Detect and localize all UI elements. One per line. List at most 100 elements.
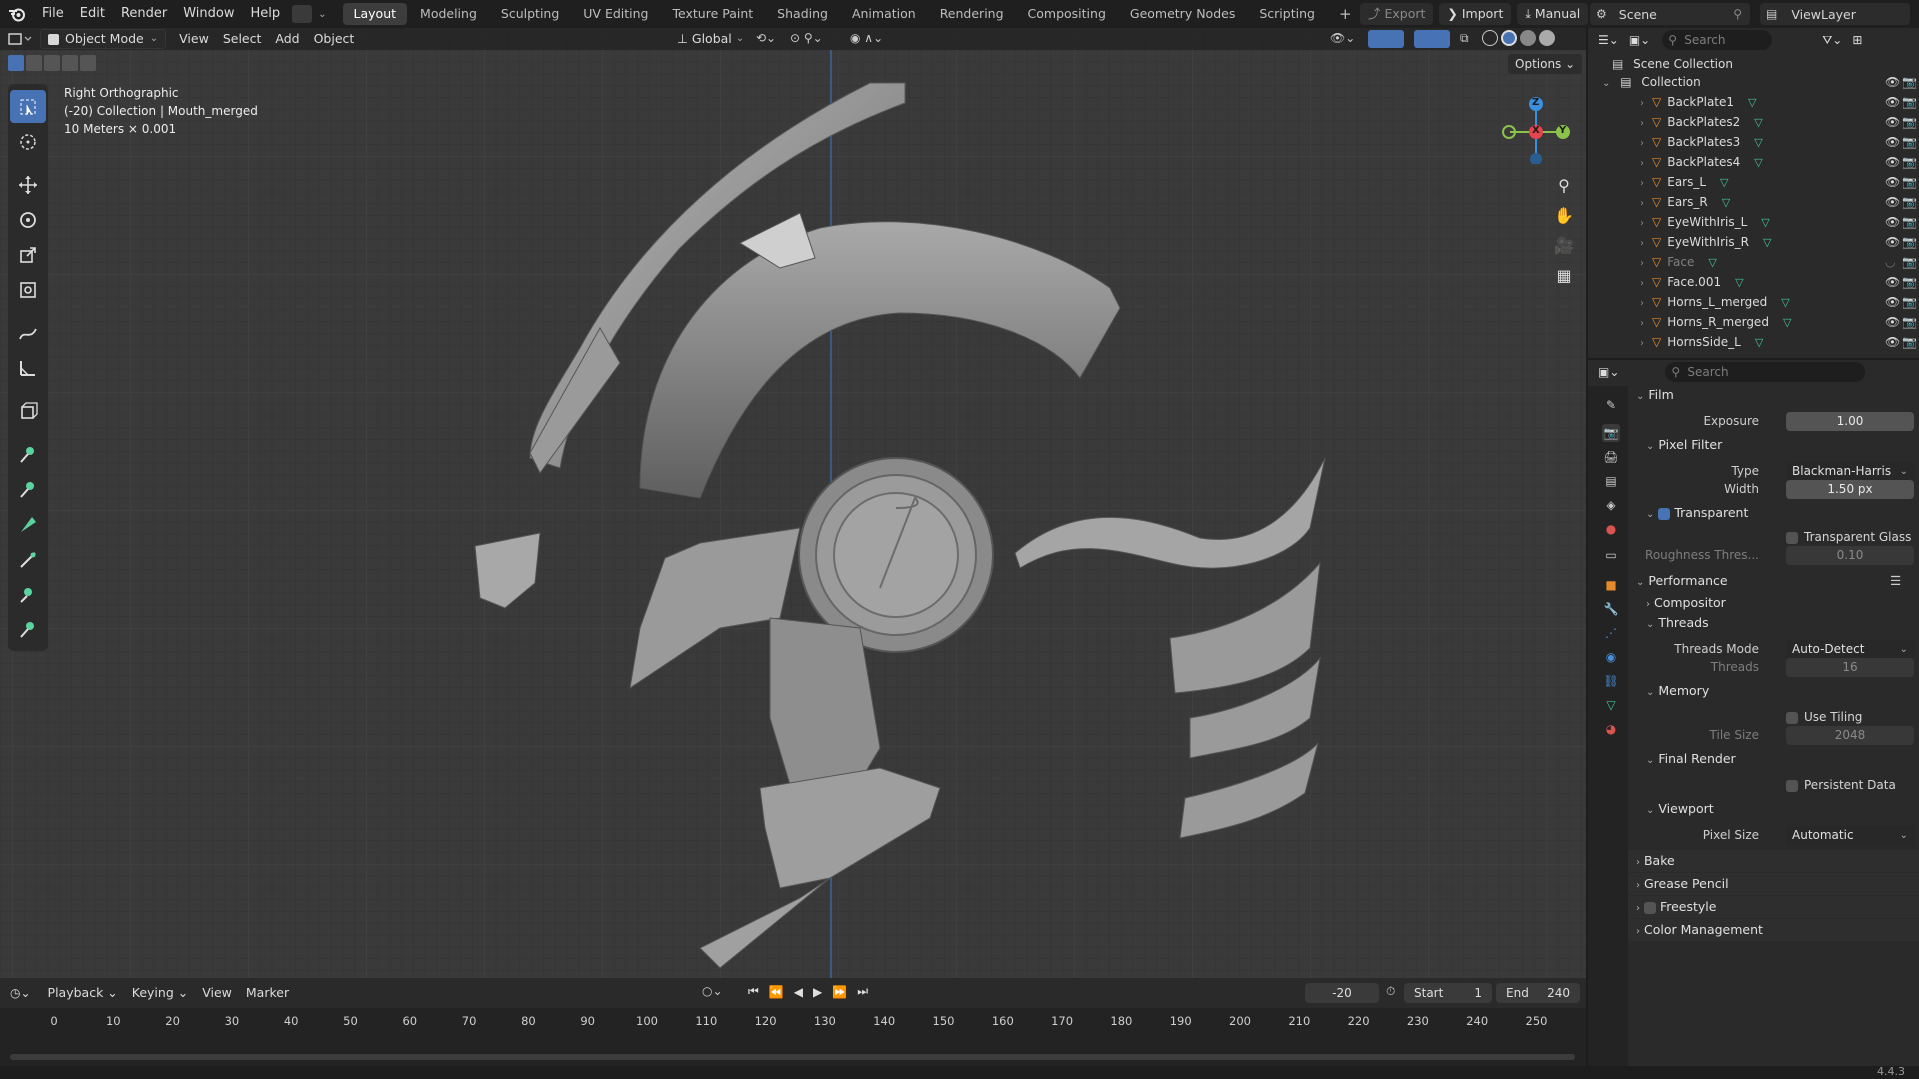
add-workspace-button[interactable]: + bbox=[1328, 3, 1363, 25]
persistent-data-checkbox[interactable] bbox=[1786, 780, 1798, 792]
prev-keyframe-icon[interactable]: ⏪ bbox=[769, 985, 784, 999]
export-button[interactable]: ⤴ Export bbox=[1360, 3, 1434, 25]
object-tab-icon[interactable]: ■ bbox=[1602, 576, 1620, 594]
expand-chevron-icon[interactable]: › bbox=[1640, 138, 1644, 149]
camera-icon[interactable]: 📷 bbox=[1902, 172, 1917, 192]
output-tab-icon[interactable]: 🖨 bbox=[1602, 448, 1620, 466]
expand-chevron-icon[interactable]: ⌄ bbox=[1602, 78, 1610, 89]
expand-chevron-icon[interactable]: › bbox=[1640, 158, 1644, 169]
outliner-object-row[interactable]: › ▽ BackPlate1 ▽ 👁 📷 bbox=[1588, 92, 1919, 112]
properties-search[interactable]: ⚲ Search bbox=[1665, 362, 1866, 382]
color-management-panel-header[interactable]: › Color Management bbox=[1628, 919, 1919, 941]
grease-pencil-panel-header[interactable]: › Grease Pencil bbox=[1628, 873, 1919, 895]
timeline-scrollbar[interactable] bbox=[10, 1054, 1575, 1060]
camera-icon[interactable]: 📷 bbox=[1902, 152, 1917, 172]
end-frame-field[interactable]: End 240 bbox=[1496, 983, 1580, 1003]
pin-icon[interactable]: ⚲ bbox=[1733, 7, 1742, 21]
camera-icon[interactable]: 📷 bbox=[1902, 112, 1917, 132]
eye-icon[interactable]: 👁 bbox=[1885, 72, 1900, 92]
data-tab-icon[interactable]: ▽ bbox=[1602, 696, 1620, 714]
jump-start-icon[interactable]: ⏮ bbox=[748, 984, 759, 999]
menu-window[interactable]: Window bbox=[175, 0, 242, 28]
play-reverse-icon[interactable]: ◀ bbox=[794, 985, 803, 999]
transparent-glass-checkbox[interactable] bbox=[1786, 532, 1798, 544]
outliner-object-row[interactable]: › ▽ BackPlates2 ▽ 👁 📷 bbox=[1588, 112, 1919, 132]
menu-playback[interactable]: Playback ⌄ bbox=[41, 983, 125, 1003]
freestyle-panel-header[interactable]: › Freestyle bbox=[1628, 896, 1919, 918]
exposure-field[interactable]: 1.00 bbox=[1786, 412, 1914, 431]
outliner-editor-icon[interactable]: ☰⌄ bbox=[1598, 33, 1619, 47]
outliner-object-row[interactable]: › ▽ BackPlates3 ▽ 👁 📷 bbox=[1588, 132, 1919, 152]
menu-help[interactable]: Help bbox=[243, 0, 289, 28]
threads-count-field[interactable]: 16 bbox=[1786, 658, 1914, 677]
particles-tab-icon[interactable]: ⋰ bbox=[1602, 624, 1620, 642]
eye-icon[interactable]: 👁 bbox=[1885, 172, 1900, 192]
auto-keying-icon[interactable]: ○⌄ bbox=[702, 984, 723, 998]
editor-layout-icon[interactable] bbox=[292, 5, 313, 23]
outliner-object-row[interactable]: › ▽ Horns_R_merged ▽ 👁 📷 bbox=[1588, 312, 1919, 332]
expand-chevron-icon[interactable]: › bbox=[1640, 178, 1644, 189]
expand-chevron-icon[interactable]: › bbox=[1640, 338, 1644, 349]
view-layer-selector[interactable]: ▤ ViewLayer bbox=[1760, 3, 1910, 25]
eye-icon[interactable]: 👁 bbox=[1885, 232, 1900, 252]
bake-panel-header[interactable]: › Bake bbox=[1628, 850, 1919, 872]
camera-icon[interactable]: 📷 bbox=[1902, 312, 1917, 332]
collection-tab-icon[interactable]: ▭ bbox=[1602, 546, 1620, 564]
expand-chevron-icon[interactable]: › bbox=[1640, 278, 1644, 289]
expand-chevron-icon[interactable]: › bbox=[1640, 238, 1644, 249]
menu-edit[interactable]: Edit bbox=[72, 0, 113, 28]
tab-shading[interactable]: Shading bbox=[766, 3, 839, 25]
clock-icon[interactable]: ⏱ bbox=[1386, 984, 1395, 999]
3d-viewport[interactable]: Object Mode ⌄ View Select Add Object ⊥ G… bbox=[0, 28, 1586, 978]
current-frame-field[interactable]: -20 bbox=[1305, 983, 1379, 1003]
tab-modeling[interactable]: Modeling bbox=[409, 3, 488, 25]
performance-panel-header[interactable]: ⌄ Performance ☰ bbox=[1628, 570, 1919, 592]
expand-chevron-icon[interactable]: › bbox=[1640, 318, 1644, 329]
menu-keying[interactable]: Keying ⌄ bbox=[125, 983, 195, 1003]
camera-icon[interactable]: 📷 bbox=[1902, 192, 1917, 212]
menu-render[interactable]: Render bbox=[113, 0, 175, 28]
play-icon[interactable]: ▶ bbox=[813, 985, 822, 999]
tab-compositing[interactable]: Compositing bbox=[1017, 3, 1117, 25]
scene-collection-row[interactable]: ▤ Scene Collection bbox=[1588, 54, 1919, 74]
eye-icon[interactable]: 👁 bbox=[1885, 192, 1900, 212]
outliner-object-row[interactable]: › ▽ EyeWithIris_L ▽ 👁 📷 bbox=[1588, 212, 1919, 232]
chevron-down-icon[interactable]: ⌄ bbox=[318, 9, 326, 20]
outliner-object-row[interactable]: › ▽ BackPlates4 ▽ 👁 📷 bbox=[1588, 152, 1919, 172]
blender-logo-icon[interactable] bbox=[0, 0, 34, 28]
scene-selector[interactable]: ⚙ Scene ⚲ bbox=[1590, 3, 1750, 25]
start-frame-field[interactable]: Start 1 bbox=[1404, 983, 1492, 1003]
presets-list-icon[interactable]: ☰ bbox=[1890, 570, 1901, 592]
tab-rendering[interactable]: Rendering bbox=[929, 3, 1015, 25]
filter-icon[interactable]: ⛛⌄ bbox=[1822, 33, 1842, 48]
transparent-subpanel[interactable]: ⌄ Transparent bbox=[1628, 502, 1919, 524]
outliner-object-row[interactable]: › ▽ EyeWithIris_R ▽ 👁 📷 bbox=[1588, 232, 1919, 252]
outliner-object-row[interactable]: › ▽ Ears_R ▽ 👁 📷 bbox=[1588, 192, 1919, 212]
collection-row[interactable]: ⌄ ▤ Collection 👁 📷 bbox=[1588, 72, 1919, 92]
use-tiling-checkbox[interactable] bbox=[1786, 712, 1798, 724]
camera-icon[interactable]: 📷 bbox=[1902, 132, 1917, 152]
film-panel-header[interactable]: ⌄ Film bbox=[1628, 384, 1919, 406]
menu-timeline-view[interactable]: View bbox=[195, 983, 239, 1003]
memory-subpanel[interactable]: ⌄ Memory bbox=[1628, 680, 1919, 702]
freestyle-checkbox[interactable] bbox=[1643, 901, 1656, 914]
viewport-subpanel[interactable]: ⌄ Viewport bbox=[1628, 798, 1919, 820]
filter-width-field[interactable]: 1.50 px bbox=[1786, 480, 1914, 499]
camera-icon[interactable]: 📷 bbox=[1902, 92, 1917, 112]
pixel-filter-subpanel[interactable]: ⌄ Pixel Filter bbox=[1628, 434, 1919, 456]
expand-chevron-icon[interactable]: › bbox=[1640, 298, 1644, 309]
menu-marker[interactable]: Marker bbox=[239, 983, 296, 1003]
eye-icon[interactable]: 👁 bbox=[1885, 112, 1900, 132]
compositor-subpanel[interactable]: › Compositor bbox=[1628, 592, 1919, 614]
eye-icon[interactable]: 👁 bbox=[1885, 152, 1900, 172]
scene-tab-icon[interactable]: ◈ bbox=[1602, 496, 1620, 514]
constraints-tab-icon[interactable]: ⛓ bbox=[1602, 672, 1620, 690]
tool-tab-icon[interactable]: ✎ bbox=[1602, 396, 1620, 414]
camera-icon[interactable]: 📷 bbox=[1902, 272, 1917, 292]
expand-chevron-icon[interactable]: › bbox=[1640, 98, 1644, 109]
tab-scripting[interactable]: Scripting bbox=[1248, 3, 1326, 25]
eye-icon[interactable]: 👁 bbox=[1885, 312, 1900, 332]
camera-icon[interactable]: 📷 bbox=[1902, 332, 1917, 352]
pixel-size-dropdown[interactable]: Automatic ⌄ bbox=[1786, 826, 1914, 845]
tab-layout[interactable]: Layout bbox=[342, 3, 408, 25]
